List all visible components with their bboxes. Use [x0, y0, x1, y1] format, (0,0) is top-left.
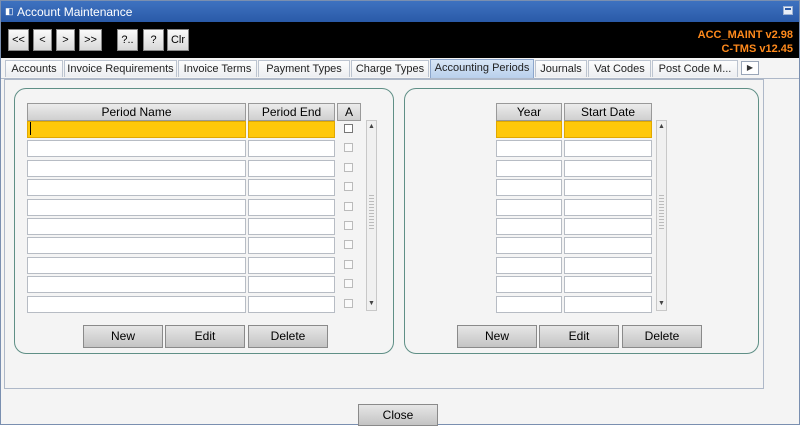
period-end-cell[interactable] — [248, 179, 335, 196]
period-name-cell[interactable] — [27, 257, 246, 274]
period-name-cell[interactable] — [27, 237, 246, 254]
scroll-down-icon[interactable]: ▼ — [657, 299, 666, 309]
period-name-cell[interactable] — [27, 121, 246, 138]
years-edit-button[interactable]: Edit — [539, 325, 619, 348]
year-cell[interactable] — [496, 276, 562, 293]
active-checkbox[interactable] — [344, 279, 353, 288]
first-record-button[interactable]: << — [8, 29, 29, 51]
start-date-cell[interactable] — [564, 160, 652, 177]
maximize-button[interactable] — [783, 6, 793, 15]
period-end-cell[interactable] — [248, 140, 335, 157]
start-date-cell[interactable] — [564, 218, 652, 235]
window-icon: ◧ — [5, 6, 14, 16]
periods-delete-button[interactable]: Delete — [248, 325, 328, 348]
tab-payment-types[interactable]: Payment Types — [258, 60, 350, 77]
toolbar: << < > >> ?.. ? Clr ACC_MAINT v2.98 C-TM… — [1, 22, 799, 58]
tab-invoice-terms[interactable]: Invoice Terms — [178, 60, 257, 77]
year-cell[interactable] — [496, 160, 562, 177]
year-cell[interactable] — [496, 121, 562, 138]
scroll-grip[interactable] — [659, 193, 664, 231]
last-record-button[interactable]: >> — [79, 29, 102, 51]
scroll-down-icon[interactable]: ▼ — [367, 299, 376, 309]
text-cursor — [30, 122, 31, 135]
tab-accounting-periods[interactable]: Accounting Periods — [430, 59, 534, 78]
tab-journals[interactable]: Journals — [535, 60, 587, 77]
year-cell[interactable] — [496, 237, 562, 254]
year-cell[interactable] — [496, 296, 562, 313]
active-checkbox[interactable] — [344, 260, 353, 269]
active-checkbox[interactable] — [344, 299, 353, 308]
start-date-header: Start Date — [564, 103, 652, 121]
help-button[interactable]: ? — [143, 29, 164, 51]
years-delete-button[interactable]: Delete — [622, 325, 702, 348]
period-end-cell[interactable] — [248, 160, 335, 177]
period-end-header: Period End — [248, 103, 335, 121]
active-checkbox[interactable] — [344, 124, 353, 133]
period-name-cell[interactable] — [27, 296, 246, 313]
active-checkbox[interactable] — [344, 143, 353, 152]
active-checkbox[interactable] — [344, 221, 353, 230]
account-maintenance-window: ◧ Account Maintenance << < > >> ?.. ? Cl… — [0, 0, 800, 426]
period-name-cell[interactable] — [27, 199, 246, 216]
active-header: A — [337, 103, 361, 121]
search-button[interactable]: ?.. — [117, 29, 138, 51]
version-label-ctms: C-TMS v12.45 — [721, 43, 793, 55]
previous-record-button[interactable]: < — [33, 29, 52, 51]
period-end-cell[interactable] — [248, 257, 335, 274]
period-name-cell[interactable] — [27, 179, 246, 196]
start-date-cell[interactable] — [564, 237, 652, 254]
year-cell[interactable] — [496, 257, 562, 274]
periods-scrollbar[interactable]: ▲ ▼ — [366, 120, 377, 311]
tab-bar: Accounts Invoice Requirements Invoice Te… — [1, 58, 799, 79]
year-header: Year — [496, 103, 562, 121]
tab-accounts[interactable]: Accounts — [5, 60, 63, 77]
close-button[interactable]: Close — [358, 404, 438, 426]
periods-edit-button[interactable]: Edit — [165, 325, 245, 348]
period-end-cell[interactable] — [248, 296, 335, 313]
tab-post-code-m[interactable]: Post Code M... — [652, 60, 738, 77]
start-date-cell[interactable] — [564, 296, 652, 313]
period-name-header: Period Name — [27, 103, 246, 121]
scroll-grip[interactable] — [369, 193, 374, 231]
years-scrollbar[interactable]: ▲ ▼ — [656, 120, 667, 311]
period-end-cell[interactable] — [248, 237, 335, 254]
start-date-cell[interactable] — [564, 276, 652, 293]
window-title: Account Maintenance — [17, 5, 133, 19]
period-end-cell[interactable] — [248, 199, 335, 216]
start-date-cell[interactable] — [564, 199, 652, 216]
period-end-cell[interactable] — [248, 121, 335, 138]
active-checkbox[interactable] — [344, 182, 353, 191]
year-cell[interactable] — [496, 140, 562, 157]
title-bar: ◧ Account Maintenance — [1, 1, 799, 22]
year-cell[interactable] — [496, 199, 562, 216]
active-checkbox[interactable] — [344, 202, 353, 211]
scroll-up-icon[interactable]: ▲ — [657, 122, 666, 132]
start-date-cell[interactable] — [564, 140, 652, 157]
active-checkbox[interactable] — [344, 240, 353, 249]
start-date-cell[interactable] — [564, 121, 652, 138]
period-end-cell[interactable] — [248, 276, 335, 293]
tab-invoice-requirements[interactable]: Invoice Requirements — [64, 60, 177, 77]
start-date-cell[interactable] — [564, 257, 652, 274]
version-label-acc-maint: ACC_MAINT v2.98 — [697, 29, 793, 41]
period-end-cell[interactable] — [248, 218, 335, 235]
period-name-cell[interactable] — [27, 218, 246, 235]
scroll-up-icon[interactable]: ▲ — [367, 122, 376, 132]
period-name-cell[interactable] — [27, 276, 246, 293]
start-date-cell[interactable] — [564, 179, 652, 196]
year-cell[interactable] — [496, 179, 562, 196]
period-name-cell[interactable] — [27, 140, 246, 157]
tab-charge-types[interactable]: Charge Types — [351, 60, 429, 77]
active-checkbox[interactable] — [344, 163, 353, 172]
tab-scroll-right-icon[interactable]: ▶ — [741, 61, 759, 75]
period-name-cell[interactable] — [27, 160, 246, 177]
periods-new-button[interactable]: New — [83, 325, 163, 348]
year-cell[interactable] — [496, 218, 562, 235]
clear-button[interactable]: Clr — [167, 29, 189, 51]
tab-vat-codes[interactable]: Vat Codes — [588, 60, 651, 77]
next-record-button[interactable]: > — [56, 29, 75, 51]
years-new-button[interactable]: New — [457, 325, 537, 348]
